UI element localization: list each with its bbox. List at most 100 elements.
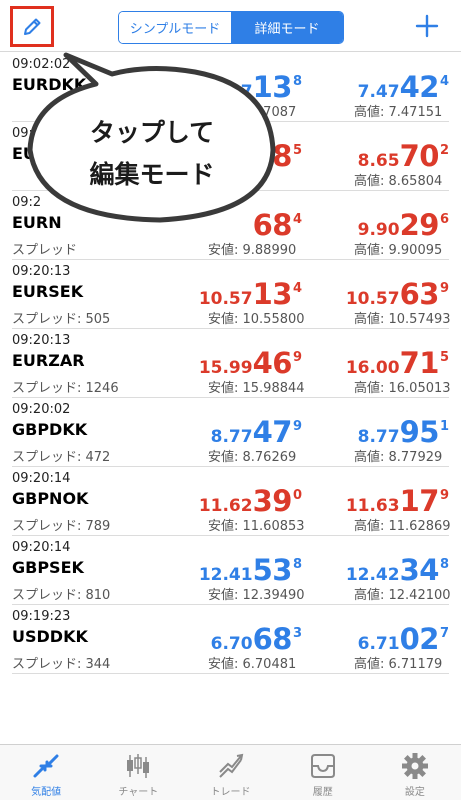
high-value: 高値: 7.47151	[354, 105, 443, 120]
tab-history[interactable]: 履歴	[277, 745, 369, 800]
simple-mode-segment[interactable]: シンプルモード	[119, 12, 231, 43]
bid-price-pips: 13	[252, 70, 293, 104]
bid-price-pips: 47	[252, 415, 293, 449]
pencil-icon	[24, 18, 41, 35]
quote-symbol: EURDKK	[12, 75, 87, 94]
quote-time: 09:2	[12, 195, 42, 210]
tab-chart[interactable]: チャート	[92, 745, 184, 800]
bid-price-prefix: 11.62	[198, 496, 253, 516]
quote-time: 09:1	[12, 126, 42, 141]
low-value: 安値: 11.60853	[208, 519, 305, 534]
ask-price-pips: 70	[399, 139, 440, 173]
quote-time: 09:20:13	[12, 333, 71, 348]
high-value: 高値: 11.62869	[354, 519, 451, 534]
ask-price-prefix: 16.00	[345, 358, 400, 378]
ask-price-prefix: 11.63	[345, 496, 400, 516]
tab-label: トレード	[210, 787, 251, 798]
bid-price-pips: 53	[252, 553, 293, 587]
ask-price-pips: 95	[399, 415, 440, 449]
quote-time: 09:19:23	[12, 609, 71, 624]
quote-row[interactable]: 09:20:13 EURSEK スプレッド: 505 10.57134 10.57639…	[12, 260, 451, 329]
ask-price-pips: 29	[399, 208, 440, 242]
quote-symbol: EU	[12, 144, 36, 163]
quote-symbol: USDDKK	[12, 627, 88, 646]
high-value: 高値: 6.71179	[354, 657, 443, 672]
ask-price-pips: 63	[399, 277, 440, 311]
quote-time: 09:02:02	[12, 57, 71, 72]
bid-price-prefix: 7.47	[210, 82, 253, 102]
ask-price-pips: 34	[399, 553, 440, 587]
low-value: 安値: 15.98844	[208, 381, 305, 396]
quote-row[interactable]: 09:20:14 GBPNOK スプレッド: 789 11.62390 11.63179…	[12, 467, 451, 536]
trade-icon	[215, 751, 247, 781]
quote-spread: スプレッド: 789	[12, 519, 111, 534]
tab-quotes[interactable]: 気配値	[0, 745, 92, 800]
quote-spread: スプレッド: 472	[12, 450, 111, 465]
quote-symbol: EURSEK	[12, 282, 84, 301]
quote-spread: スプレッド: 810	[12, 588, 111, 603]
quote-row[interactable]: 09:20:13 EURZAR スプレッド: 1246 15.99469 16.0071…	[12, 329, 451, 398]
high-value: 高値: 9.90095	[354, 243, 443, 258]
ask-price-prefix: 8.65	[357, 151, 400, 171]
callout-text: タップして 編集モード	[54, 112, 250, 196]
tab-label: チャート	[118, 787, 159, 798]
quote-row[interactable]: 09:19:23 USDDKK スプレッド: 344 6.70683 6.71027 安値…	[12, 605, 449, 674]
ask-price-fraction: 8	[439, 557, 449, 572]
quote-symbol: GBPSEK	[12, 558, 84, 577]
bottom-tab-bar: 気配値 チャート トレード 履歴 設定	[0, 744, 461, 800]
low-value: 安値: 12.39490	[208, 588, 305, 603]
quote-time: 09:20:02	[12, 402, 71, 417]
plus-icon	[415, 14, 439, 38]
callout-line-1: タップして	[89, 118, 215, 147]
low-value: 安値: 10.55800	[208, 312, 305, 327]
bid-price-prefix: 10.57	[198, 289, 253, 309]
add-symbol-button[interactable]	[412, 11, 442, 41]
quote-spread: スプレッド	[12, 243, 78, 258]
quote-symbol: EURZAR	[12, 351, 85, 370]
ask-price-pips: 42	[399, 70, 440, 104]
quote-row[interactable]: 09:20:14 GBPSEK スプレッド: 810 12.41538 12.42348…	[12, 536, 451, 605]
bid-price-pips: 39	[252, 484, 293, 518]
history-icon	[307, 751, 339, 781]
quote-symbol: GBPNOK	[12, 489, 89, 508]
low-value: 安値: 8.76269	[208, 450, 297, 465]
ask-price-prefix: 7.47	[357, 82, 400, 102]
quotes-icon	[30, 751, 62, 781]
quote-row[interactable]: 09:2 EURN スプレッド 684 9.90296 安値: 9.88990 高値: 9.…	[12, 191, 449, 260]
ask-price-fraction: 4	[439, 74, 449, 89]
high-value: 高値: 8.77929	[354, 450, 443, 465]
high-value: 高値: 16.05013	[354, 381, 451, 396]
tab-label: 履歴	[312, 787, 333, 798]
tab-label: 気配値	[31, 787, 62, 798]
mode-segmented-control: シンプルモード 詳細モード	[118, 11, 344, 44]
quote-spread: スプレッド: 1246	[12, 381, 119, 396]
edit-button[interactable]	[10, 6, 54, 47]
bid-price-pips: 46	[252, 346, 293, 380]
ask-price-pips: 17	[399, 484, 440, 518]
ask-price-prefix: 6.71	[357, 634, 400, 654]
callout-line-2: 編集モード	[89, 160, 215, 189]
tab-settings[interactable]: 設定	[369, 745, 461, 800]
settings-icon	[399, 751, 431, 781]
high-value: 高値: 12.42100	[354, 588, 451, 603]
quote-symbol: EURN	[12, 213, 62, 232]
quote-spread: スプレッド: 505	[12, 312, 111, 327]
low-value: 安値: 6.70481	[208, 657, 297, 672]
quote-spread: スプレッド: 344	[12, 657, 111, 672]
tab-trade[interactable]: トレード	[184, 745, 276, 800]
high-value: 高値: 8.65804	[354, 174, 443, 189]
bid-price-prefix: 12.41	[198, 565, 253, 585]
ask-price-fraction: 7	[439, 626, 449, 641]
quote-row[interactable]: 09:20:02 GBPDKK スプレッド: 472 8.77479 8.77951 安値…	[12, 398, 449, 467]
quote-time: 09:20:14	[12, 471, 71, 486]
ask-price-prefix: 10.57	[345, 289, 400, 309]
chart-icon	[122, 751, 154, 781]
ask-price-fraction: 1	[439, 419, 449, 434]
low-value: 安値: 9.88990	[208, 243, 297, 258]
bid-price-prefix: 8.77	[210, 427, 253, 447]
ask-price-pips: 02	[399, 622, 440, 656]
bid-price-prefix: 15.99	[198, 358, 253, 378]
ask-price-fraction: 6	[439, 212, 449, 227]
ask-price-prefix: 9.90	[357, 220, 400, 240]
detail-mode-segment[interactable]: 詳細モード	[231, 12, 343, 43]
